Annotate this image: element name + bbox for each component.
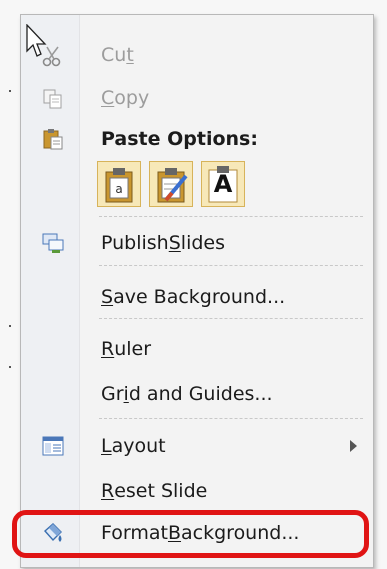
label-reset: eset Slide [114,480,208,502]
label-cut: Cu [101,44,127,66]
menu-separator [99,265,363,266]
menu-separator [99,418,363,419]
label-save-bg: ave Background... [113,286,286,308]
mouse-pointer-icon [26,24,47,57]
label-publish-rest: lides [180,232,226,254]
svg-text:a: a [115,182,122,196]
highlight-annotation [12,510,369,558]
context-menu: Cu t Copy Paste Options: a A Publish S l… [20,14,374,568]
accel-copy: C [101,87,115,109]
paste-keep-source-formatting-button[interactable] [149,161,193,207]
guide-marker [9,325,11,327]
guide-marker [9,366,11,368]
layout-icon [42,436,64,456]
accel-ruler: R [101,338,115,360]
menu-item-publish-slides[interactable]: Publish Slides [79,225,367,261]
accel-layout: L [101,435,112,457]
paste-source-formatting-icon [157,168,188,203]
label-paste-options: Paste Options: [101,128,258,150]
paste-use-destination-theme-button[interactable]: a [97,161,141,207]
menu-item-cut[interactable]: Cu t [79,37,367,73]
menu-item-layout[interactable]: Layout [79,428,367,464]
menu-separator [99,318,363,319]
menu-item-reset-slide[interactable]: Reset Slide [79,473,367,509]
label-layout: ayout [111,435,166,457]
menu-item-ruler[interactable]: Ruler [79,331,367,367]
guide-marker [9,90,11,92]
paste-text-only-glyph: A [213,170,233,198]
label-ruler: uler [114,338,152,360]
accel-cut: t [126,44,134,66]
label-publish: Publish [101,232,169,254]
clipboard-icon [43,129,63,150]
paste-options-header: Paste Options: [79,121,367,157]
menu-item-save-background[interactable]: Save Background... [79,279,367,315]
accel-save-bg: S [101,286,114,308]
menu-separator [99,216,363,217]
label-grid: Gr [101,383,124,405]
label-copy: opy [114,87,150,109]
copy-icon [43,89,62,109]
label-grid-rest: d and Guides... [128,383,273,405]
menu-item-grid-and-guides[interactable]: Gr i d and Guides... [79,376,367,412]
menu-item-copy[interactable]: Copy [79,80,367,116]
accel-reset: R [101,480,115,502]
paste-keep-text-only-button[interactable]: A [201,161,245,207]
submenu-arrow-icon [350,440,357,452]
paste-destination-icon: a [105,168,133,203]
publish-slides-icon [42,233,64,253]
accel-publish: S [168,232,181,254]
